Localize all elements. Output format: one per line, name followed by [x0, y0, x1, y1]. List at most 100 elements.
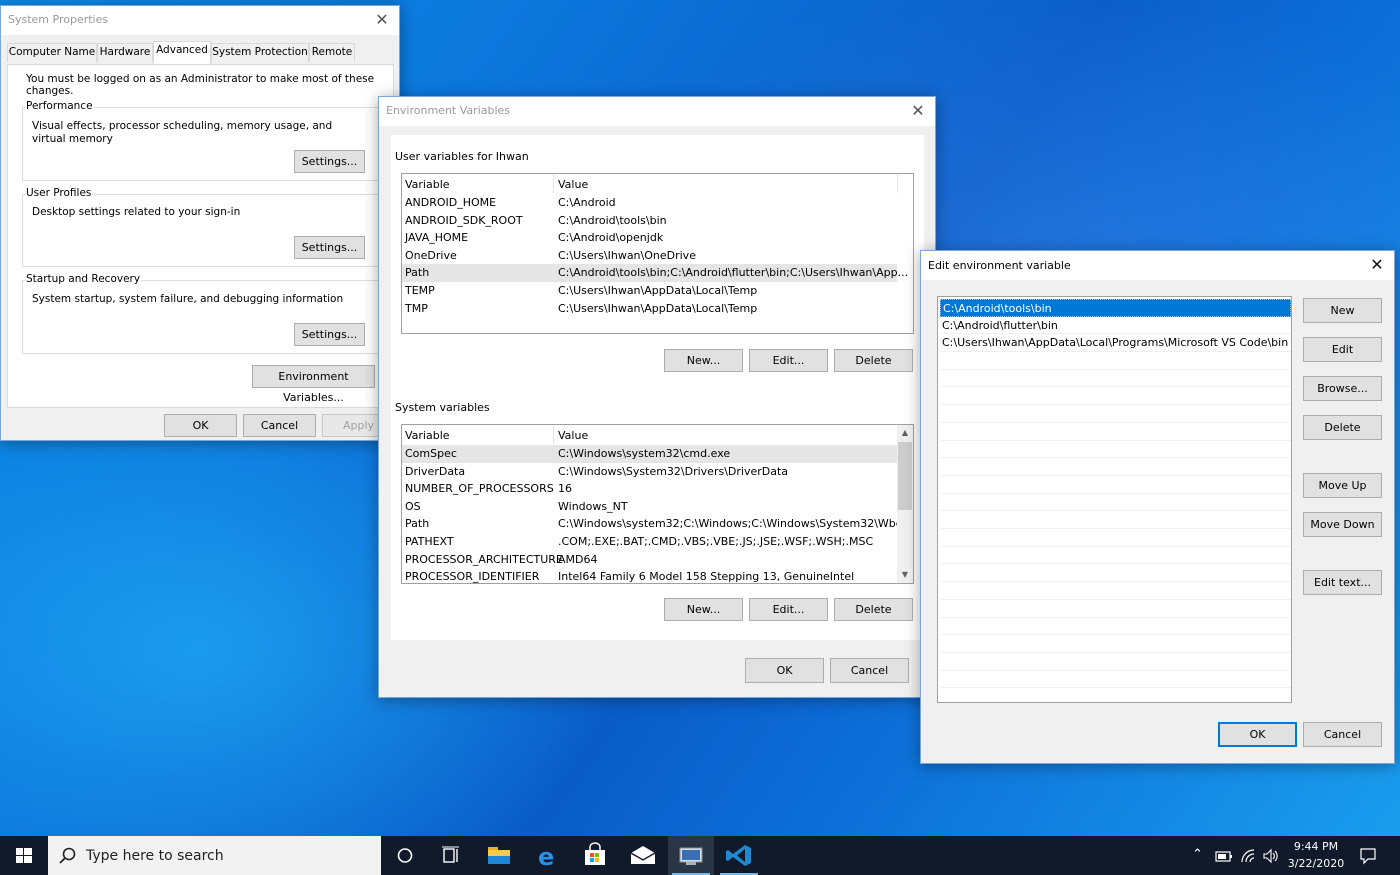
system-variables-list[interactable]: Variable Value ComSpec C:\Windows\system3…: [401, 424, 914, 584]
ok-button[interactable]: OK: [1218, 722, 1297, 747]
table-row[interactable]: JAVA_HOME C:\Android\openjdk: [402, 229, 897, 247]
cancel-button[interactable]: Cancel: [830, 658, 909, 683]
vscode-icon[interactable]: [716, 836, 762, 875]
cortana-icon[interactable]: [382, 836, 428, 875]
delete-button[interactable]: Delete: [1303, 415, 1382, 440]
list-item[interactable]: C:\Users\Ihwan\AppData\Local\Programs\Mi…: [940, 334, 1291, 353]
scroll-thumb[interactable]: [898, 442, 912, 510]
list-item-empty[interactable]: [940, 370, 1291, 388]
system-properties-icon[interactable]: [668, 836, 714, 875]
close-icon[interactable]: ✕: [1360, 251, 1394, 280]
battery-icon[interactable]: [1214, 848, 1234, 864]
list-item-empty[interactable]: [940, 600, 1291, 618]
table-row-selected[interactable]: Path C:\Android\tools\bin;C:\Android\flut…: [402, 264, 908, 282]
table-row[interactable]: ANDROID_SDK_ROOT C:\Android\tools\bin: [402, 212, 897, 230]
user-variables-list[interactable]: Variable Value ANDROID_HOME C:\Android AN…: [401, 173, 914, 334]
file-explorer-icon[interactable]: [476, 836, 522, 875]
column-separator[interactable]: [553, 174, 554, 193]
tab-system-protection[interactable]: System Protection: [211, 43, 309, 62]
performance-settings-button[interactable]: Settings...: [294, 150, 365, 173]
list-item-empty[interactable]: [940, 635, 1291, 653]
table-row[interactable]: TMP C:\Users\Ihwan\AppData\Local\Temp: [402, 300, 897, 318]
user-profiles-settings-button[interactable]: Settings...: [294, 236, 365, 259]
task-view-icon[interactable]: [428, 836, 474, 875]
title-bar[interactable]: Edit environment variable ✕: [921, 251, 1394, 280]
table-row[interactable]: Path C:\Windows\system32;C:\Windows;C:\Wi…: [402, 515, 913, 533]
close-icon[interactable]: ✕: [365, 6, 399, 35]
list-item-empty[interactable]: [940, 547, 1291, 565]
title-bar[interactable]: System Properties ✕: [1, 6, 399, 35]
scroll-up-icon[interactable]: ▲: [897, 425, 913, 441]
cancel-button[interactable]: Cancel: [1303, 722, 1382, 747]
list-item-empty[interactable]: [940, 565, 1291, 583]
table-row[interactable]: PROCESSOR_ARCHITECTURE AMD64: [402, 551, 897, 569]
column-separator[interactable]: [897, 174, 898, 193]
clock-date[interactable]: 3/22/2020: [1286, 857, 1346, 870]
path-entries-list[interactable]: C:\Android\tools\bin C:\Android\flutter\…: [937, 296, 1292, 703]
column-separator[interactable]: [553, 425, 554, 444]
table-row-selected[interactable]: ComSpec C:\Windows\system32\cmd.exe: [402, 445, 897, 463]
column-variable[interactable]: Variable: [405, 429, 450, 442]
list-item-empty[interactable]: [940, 618, 1291, 636]
show-hidden-icons-icon[interactable]: ⌃: [1192, 847, 1203, 862]
volume-icon[interactable]: [1262, 848, 1280, 864]
tab-advanced[interactable]: Advanced: [153, 41, 211, 64]
ok-button[interactable]: OK: [745, 658, 824, 683]
list-item-empty[interactable]: [940, 476, 1291, 494]
startup-settings-button[interactable]: Settings...: [294, 323, 365, 346]
windows-start-icon[interactable]: [0, 836, 48, 875]
list-item-empty[interactable]: [940, 671, 1291, 689]
list-item[interactable]: C:\Android\flutter\bin: [940, 317, 1291, 335]
column-variable[interactable]: Variable: [405, 178, 450, 191]
column-value[interactable]: Value: [558, 429, 588, 442]
list-item-empty[interactable]: [940, 352, 1291, 370]
clock-time[interactable]: 9:44 PM: [1286, 840, 1346, 853]
vertical-scrollbar[interactable]: ▲ ▼: [897, 425, 913, 583]
table-row[interactable]: ANDROID_HOME C:\Android: [402, 194, 897, 212]
search-box[interactable]: Type here to search: [48, 836, 381, 875]
table-row[interactable]: DriverData C:\Windows\System32\Drivers\Dr…: [402, 463, 897, 481]
list-item-selected[interactable]: C:\Android\tools\bin: [940, 299, 1291, 317]
tab-hardware[interactable]: Hardware: [97, 43, 153, 62]
tab-computer-name[interactable]: Computer Name: [7, 43, 97, 62]
user-new-button[interactable]: New...: [664, 349, 743, 372]
table-row[interactable]: PATHEXT .COM;.EXE;.BAT;.CMD;.VBS;.VBE;.JS…: [402, 533, 897, 551]
column-value[interactable]: Value: [558, 178, 588, 191]
system-edit-button[interactable]: Edit...: [749, 598, 828, 621]
table-row[interactable]: TEMP C:\Users\Ihwan\AppData\Local\Temp: [402, 282, 897, 300]
table-row[interactable]: OS Windows_NT: [402, 498, 897, 516]
title-bar[interactable]: Environment Variables ✕: [379, 97, 935, 126]
table-row[interactable]: PROCESSOR_IDENTIFIER Intel64 Family 6 Mod…: [402, 568, 897, 583]
browse-button[interactable]: Browse...: [1303, 376, 1382, 401]
edge-icon[interactable]: e: [524, 836, 570, 875]
list-item-empty[interactable]: [940, 441, 1291, 459]
table-row[interactable]: NUMBER_OF_PROCESSORS 16: [402, 480, 897, 498]
network-icon[interactable]: [1240, 848, 1258, 864]
close-icon[interactable]: ✕: [901, 97, 935, 126]
mail-icon[interactable]: [620, 836, 666, 875]
system-new-button[interactable]: New...: [664, 598, 743, 621]
scroll-down-icon[interactable]: ▼: [897, 567, 913, 583]
list-item-empty[interactable]: [940, 423, 1291, 441]
ok-button[interactable]: OK: [164, 414, 237, 437]
list-item-empty[interactable]: [940, 458, 1291, 476]
move-down-button[interactable]: Move Down: [1303, 512, 1382, 537]
store-icon[interactable]: [572, 836, 618, 875]
table-row[interactable]: OneDrive C:\Users\Ihwan\OneDrive: [402, 247, 897, 265]
list-item-empty[interactable]: [940, 494, 1291, 512]
new-button[interactable]: New: [1303, 298, 1382, 323]
tab-remote[interactable]: Remote: [309, 43, 355, 62]
cancel-button[interactable]: Cancel: [243, 414, 316, 437]
list-item-empty[interactable]: [940, 511, 1291, 530]
environment-variables-button[interactable]: Environment Variables...: [252, 365, 375, 404]
user-delete-button[interactable]: Delete: [834, 349, 913, 372]
list-item-empty[interactable]: [940, 388, 1291, 406]
edit-text-button[interactable]: Edit text...: [1303, 570, 1382, 595]
edit-button[interactable]: Edit: [1303, 337, 1382, 362]
list-item-empty[interactable]: [940, 582, 1291, 600]
list-item-empty[interactable]: [940, 653, 1291, 671]
list-item-empty[interactable]: [940, 405, 1291, 423]
notification-icon[interactable]: [1359, 847, 1377, 865]
list-item-empty[interactable]: [940, 529, 1291, 547]
user-edit-button[interactable]: Edit...: [749, 349, 828, 372]
